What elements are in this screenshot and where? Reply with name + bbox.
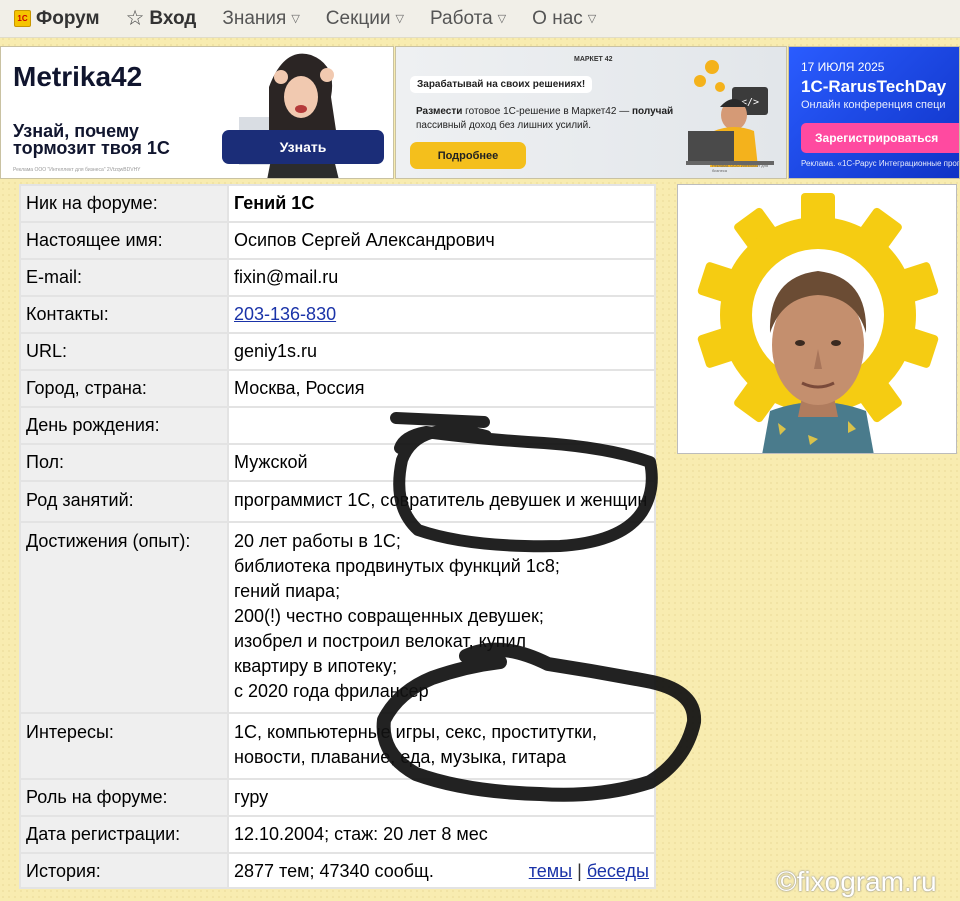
table-row: Настоящее имя: Осипов Сергей Александров… bbox=[19, 221, 656, 260]
contacts-cell: 203-136-830 bbox=[227, 295, 656, 334]
occupation-value: программист 1С, совратитель девушек и же… bbox=[227, 480, 656, 523]
row-label: Дата регистрации: bbox=[19, 815, 229, 854]
star-icon: ☆ bbox=[125, 7, 145, 30]
row-label: Настоящее имя: bbox=[19, 221, 229, 260]
table-row: Контакты: 203-136-830 bbox=[19, 295, 656, 334]
achievement-line: 200(!) честно совращенных девушек; bbox=[234, 606, 544, 626]
banner-fine-print: Реклама ООО "Интеллект для бизнеса" 2Vtz… bbox=[13, 167, 141, 173]
achievement-line: гений пиара; bbox=[234, 581, 341, 601]
nav-forum[interactable]: 1С Форум bbox=[14, 8, 100, 30]
achievements-value: 20 лет работы в 1С; библиотека продвинут… bbox=[227, 521, 656, 714]
url-value: geniy1s.ru bbox=[227, 332, 656, 371]
banner-headline: Зарабатывай на своих решениях! bbox=[410, 76, 593, 93]
banner-rarus-techday[interactable]: 17 ИЮЛЯ 2025 1C-RarusTechDay Онлайн конф… bbox=[788, 46, 960, 179]
city-value: Москва, Россия bbox=[227, 369, 656, 408]
achievement-line: с 2020 года фрилансер bbox=[234, 681, 429, 701]
banner-learn-button[interactable]: Узнать bbox=[222, 130, 384, 164]
banner-text: Узнай, почему тормозит твоя 1С bbox=[13, 121, 170, 158]
forum-role-value: гуру bbox=[227, 778, 656, 817]
history-cell: 2877 тем; 47340 сообщ. темы | беседы bbox=[227, 852, 656, 889]
watermark: ©fixogram.ru bbox=[776, 866, 937, 897]
row-label: Интересы: bbox=[19, 712, 229, 780]
real-name-value: Осипов Сергей Александрович bbox=[227, 221, 656, 260]
nav-login[interactable]: ☆ Вход bbox=[126, 6, 197, 31]
registration-date-value: 12.10.2004; стаж: 20 лет 8 мес bbox=[227, 815, 656, 854]
nav-about-label: О нас bbox=[532, 7, 583, 29]
history-value: 2877 тем; 47340 сообщ. bbox=[234, 861, 434, 881]
gender-value: Мужской bbox=[227, 443, 656, 482]
row-label: История: bbox=[19, 852, 229, 889]
contacts-link[interactable]: 203-136-830 bbox=[234, 304, 336, 324]
nav-work-label: Работа bbox=[429, 7, 493, 29]
top-navigation: 1С Форум ☆ Вход Знания ▽ Секции ▽ Работа… bbox=[0, 0, 960, 38]
row-label: Ник на форуме: bbox=[19, 184, 229, 223]
table-row: Город, страна: Москва, Россия bbox=[19, 369, 656, 408]
dropdown-triangle-icon: ▽ bbox=[497, 13, 507, 25]
user-profile-table: Ник на форуме: Гений 1С Настоящее имя: О… bbox=[19, 184, 656, 889]
nav-sections-label: Секции bbox=[325, 7, 391, 29]
banner-fine-print: Реклама. ООО Интеллект для бизнеса bbox=[712, 163, 769, 173]
banner-market42[interactable]: МАРКЕТ 42 Зарабатывай на своих решениях!… bbox=[395, 46, 787, 179]
nav-knowledge-label: Знания bbox=[222, 7, 287, 29]
table-row: История: 2877 тем; 47340 сообщ. темы | б… bbox=[19, 852, 656, 889]
banner-title: Metrika42 bbox=[13, 61, 143, 92]
table-row: Роль на форуме: гуру bbox=[19, 778, 656, 817]
row-label: Город, страна: bbox=[19, 369, 229, 408]
row-label: Контакты: bbox=[19, 295, 229, 334]
row-label: Роль на форуме: bbox=[19, 778, 229, 817]
dropdown-triangle-icon: ▽ bbox=[395, 13, 404, 25]
achievement-line: изобрел и построил велокат, купил bbox=[234, 631, 526, 651]
dropdown-triangle-icon: ▽ bbox=[291, 13, 300, 25]
dropdown-triangle-icon: ▽ bbox=[587, 13, 597, 25]
achievement-line: библиотека продвинутых функций 1с8; bbox=[234, 556, 560, 576]
link-separator: | bbox=[577, 861, 582, 881]
row-label: Достижения (опыт): bbox=[19, 521, 229, 714]
nav-work[interactable]: Работа ▽ bbox=[430, 8, 506, 30]
banner-metrika42[interactable]: Metrika42 Узнай, почему тормозит твоя 1С… bbox=[0, 46, 394, 179]
table-row: День рождения: bbox=[19, 406, 656, 445]
banner-register-button[interactable]: Зарегистрироваться bbox=[801, 123, 959, 153]
table-row: Дата регистрации: 12.10.2004; стаж: 20 л… bbox=[19, 815, 656, 854]
achievement-line: квартиру в ипотеку; bbox=[234, 656, 398, 676]
row-label: День рождения: bbox=[19, 406, 229, 445]
table-row: Род занятий: программист 1С, совратитель… bbox=[19, 480, 656, 523]
row-label: E-mail: bbox=[19, 258, 229, 297]
table-row: Интересы: 1С, компьютерные игры, секс, п… bbox=[19, 712, 656, 780]
achievement-line: 20 лет работы в 1С; bbox=[234, 531, 401, 551]
table-row: Достижения (опыт): 20 лет работы в 1С; б… bbox=[19, 521, 656, 714]
talks-link[interactable]: беседы bbox=[587, 861, 649, 881]
nav-login-label: Вход bbox=[149, 7, 197, 29]
nav-sections[interactable]: Секции ▽ bbox=[326, 8, 404, 30]
avatar bbox=[677, 184, 957, 454]
banner-title: 1C-RarusTechDay bbox=[801, 77, 947, 96]
row-label: URL: bbox=[19, 332, 229, 371]
nav-about[interactable]: О нас ▽ bbox=[532, 8, 596, 30]
banner-more-button[interactable]: Подробнее bbox=[410, 142, 526, 169]
row-label: Пол: bbox=[19, 443, 229, 482]
banner-subtitle: Онлайн конференция специ bbox=[801, 99, 946, 111]
banner-text: Размести готовое 1С-решение в Маркет42 —… bbox=[416, 106, 674, 131]
interests-value: 1С, компьютерные игры, секс, проститутки… bbox=[227, 712, 656, 780]
banner-date: 17 ИЮЛЯ 2025 bbox=[801, 60, 885, 74]
email-value: fixin@mail.ru bbox=[227, 258, 656, 297]
history-links: темы | беседы bbox=[529, 859, 649, 884]
row-label: Род занятий: bbox=[19, 480, 229, 523]
forum-logo-icon: 1С bbox=[14, 10, 31, 27]
developer-illustration-icon: </> bbox=[686, 60, 774, 167]
nav-forum-label: Форум bbox=[36, 7, 100, 29]
table-row: Ник на форуме: Гений 1С bbox=[19, 184, 656, 223]
banner-brand: МАРКЕТ 42 bbox=[574, 56, 613, 63]
banner-fine-print: Реклама. «1С-Рарус Интеграционные прог bbox=[801, 159, 960, 168]
ad-banners: Metrika42 Узнай, почему тормозит твоя 1С… bbox=[0, 46, 960, 179]
avatar-gear-portrait-icon bbox=[697, 193, 939, 453]
table-row: Пол: Мужской bbox=[19, 443, 656, 482]
table-row: URL: geniy1s.ru bbox=[19, 332, 656, 371]
nickname-value: Гений 1С bbox=[227, 184, 656, 223]
nav-knowledge[interactable]: Знания ▽ bbox=[222, 8, 299, 30]
topics-link[interactable]: темы bbox=[529, 861, 572, 881]
birthday-value bbox=[227, 406, 656, 445]
table-row: E-mail: fixin@mail.ru bbox=[19, 258, 656, 297]
